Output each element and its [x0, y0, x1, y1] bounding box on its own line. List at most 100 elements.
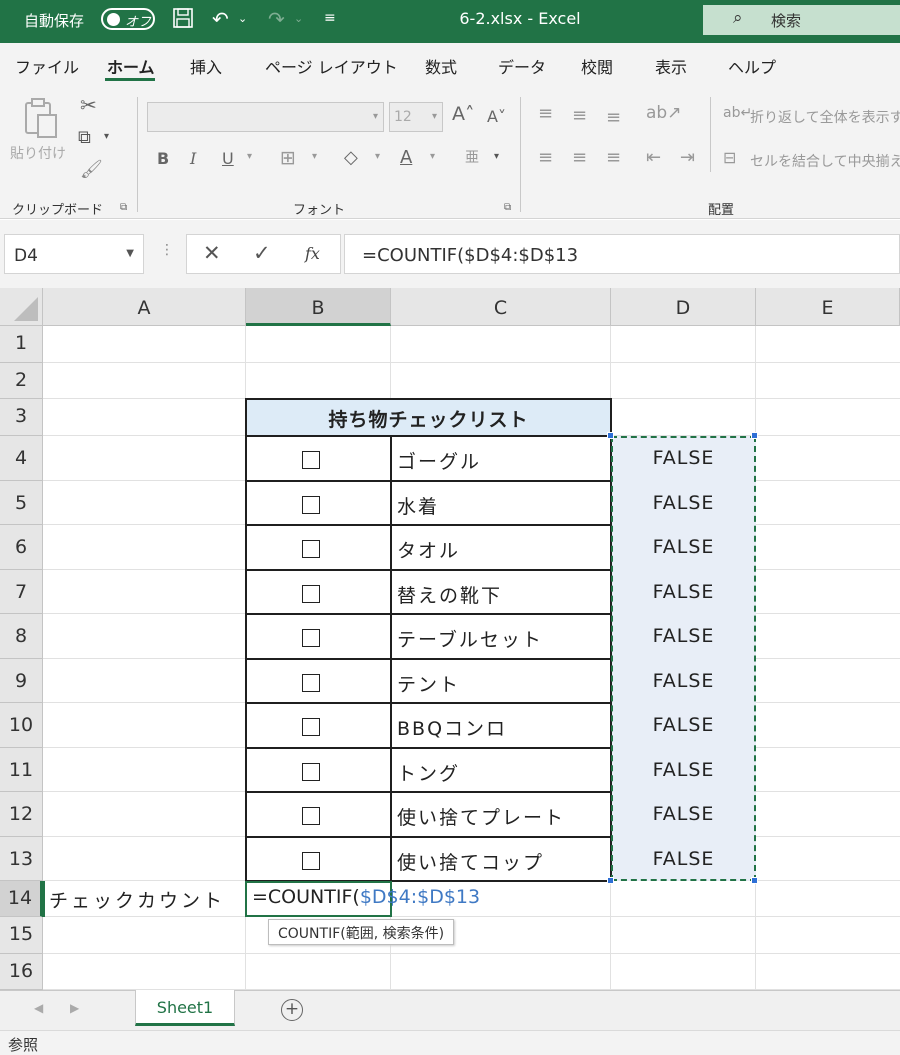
formula-input[interactable]: =COUNTIF($D$4:$D$13	[344, 234, 900, 274]
column-header-e[interactable]: E	[756, 288, 900, 326]
insert-function-icon[interactable]: fx	[305, 244, 320, 263]
wrap-text-icon[interactable]: ab↵	[723, 105, 752, 121]
checkbox[interactable]	[302, 540, 320, 558]
row-header-6[interactable]: 6	[0, 525, 43, 570]
tab-home[interactable]: ホーム	[107, 54, 155, 78]
font-name-select[interactable]: ▾	[147, 102, 384, 132]
splitter-icon[interactable]: ⋮	[160, 242, 174, 258]
item-cell[interactable]: 使い捨てコップ	[397, 848, 544, 875]
fill-color-icon[interactable]: ◇	[344, 147, 358, 168]
range-handle[interactable]	[751, 432, 758, 439]
checkbox[interactable]	[302, 451, 320, 469]
count-label-cell[interactable]: チェックカウント	[49, 886, 225, 913]
bold-button[interactable]: B	[157, 149, 169, 168]
name-box-dropdown-icon[interactable]: ▼	[126, 248, 134, 259]
borders-icon[interactable]: ⊞	[280, 147, 296, 169]
row-header-11[interactable]: 11	[0, 748, 43, 792]
checklist-title[interactable]: 持ち物チェックリスト	[246, 399, 611, 437]
cut-icon[interactable]: ✂	[80, 93, 97, 117]
search-box[interactable]: ⌕ 検索	[703, 5, 900, 35]
checkbox[interactable]	[302, 718, 320, 736]
item-cell[interactable]: タオル	[397, 536, 460, 563]
row-header-3[interactable]: 3	[0, 399, 43, 436]
underline-button[interactable]: U	[222, 149, 234, 168]
range-handle[interactable]	[751, 877, 758, 884]
checkbox[interactable]	[302, 496, 320, 514]
checkbox[interactable]	[302, 674, 320, 692]
tab-insert[interactable]: 挿入	[190, 54, 222, 78]
row-header-8[interactable]: 8	[0, 614, 43, 659]
redo-dropdown-icon[interactable]: ⌄	[294, 12, 303, 25]
enter-icon[interactable]: ✓	[253, 241, 271, 265]
row-header-2[interactable]: 2	[0, 363, 43, 399]
decrease-indent-icon[interactable]: ⇤	[646, 147, 661, 168]
align-center-icon[interactable]: ≡	[572, 147, 587, 168]
undo-dropdown-icon[interactable]: ⌄	[238, 12, 247, 25]
customize-toolbar-icon[interactable]: ≡	[324, 10, 336, 26]
align-bottom-icon[interactable]: ≡	[606, 107, 621, 128]
item-cell[interactable]: 水着	[397, 492, 439, 519]
name-box[interactable]: D4 ▼	[4, 234, 144, 274]
redo-icon[interactable]: ↷	[268, 7, 285, 31]
undo-icon[interactable]: ↶	[212, 7, 229, 31]
add-sheet-icon[interactable]: +	[281, 999, 303, 1021]
tab-file[interactable]: ファイル	[15, 54, 79, 78]
row-header-4[interactable]: 4	[0, 436, 43, 481]
font-size-select[interactable]: 12 ▾	[389, 102, 443, 132]
column-header-a[interactable]: A	[43, 288, 246, 326]
align-middle-icon[interactable]: ≡	[572, 105, 587, 126]
tab-view[interactable]: 表示	[655, 54, 687, 78]
tab-data[interactable]: データ	[498, 54, 546, 78]
row-header-13[interactable]: 13	[0, 837, 43, 881]
increase-indent-icon[interactable]: ⇥	[680, 147, 695, 168]
item-cell[interactable]: トング	[397, 759, 460, 786]
row-header-9[interactable]: 9	[0, 659, 43, 703]
row-header-14[interactable]: 14	[0, 881, 43, 917]
align-right-icon[interactable]: ≡	[606, 147, 621, 168]
item-cell[interactable]: ゴーグル	[397, 447, 481, 474]
range-handle[interactable]	[607, 877, 614, 884]
row-header-7[interactable]: 7	[0, 570, 43, 614]
worksheet-grid[interactable]: A B C D E 1 2 3 4 5 6 7 8 9 10 11 12 13 …	[0, 288, 900, 990]
row-header-12[interactable]: 12	[0, 792, 43, 837]
item-cell[interactable]: BBQコンロ	[397, 714, 507, 741]
next-sheet-icon[interactable]: ▶	[70, 1001, 79, 1015]
paste-icon[interactable]	[22, 97, 60, 145]
checkbox[interactable]	[302, 852, 320, 870]
merge-icon[interactable]: ⊟	[723, 148, 736, 167]
align-left-icon[interactable]: ≡	[538, 147, 553, 168]
phonetic-dropdown-icon[interactable]: ▾	[494, 151, 499, 162]
column-header-d[interactable]: D	[611, 288, 756, 326]
phonetic-icon[interactable]: 亜	[465, 147, 479, 167]
align-top-icon[interactable]: ≡	[538, 103, 553, 124]
italic-button[interactable]: I	[190, 149, 196, 168]
item-cell[interactable]: 替えの靴下	[397, 581, 502, 608]
tab-review[interactable]: 校閲	[581, 54, 613, 78]
item-cell[interactable]: テント	[397, 670, 460, 697]
checkbox[interactable]	[302, 763, 320, 781]
column-header-b[interactable]: B	[246, 288, 391, 326]
font-color-dropdown-icon[interactable]: ▾	[430, 151, 435, 162]
underline-dropdown-icon[interactable]: ▾	[247, 151, 252, 162]
decrease-font-icon[interactable]: A˅	[487, 107, 506, 126]
fill-dropdown-icon[interactable]: ▾	[375, 151, 380, 162]
row-header-10[interactable]: 10	[0, 703, 43, 748]
select-all-button[interactable]	[0, 288, 43, 326]
tab-page-layout[interactable]: ページ レイアウト	[265, 54, 398, 78]
font-color-icon[interactable]: A	[400, 147, 412, 168]
copy-dropdown-icon[interactable]: ▾	[104, 131, 109, 142]
range-handle[interactable]	[607, 432, 614, 439]
wrap-text-button[interactable]: 折り返して全体を表示す	[750, 107, 900, 127]
orientation-icon[interactable]: ab↗	[646, 103, 681, 123]
checkbox[interactable]	[302, 807, 320, 825]
item-cell[interactable]: 使い捨てプレート	[397, 803, 565, 830]
checkbox[interactable]	[302, 585, 320, 603]
tab-help[interactable]: ヘルプ	[728, 54, 776, 78]
row-header-1[interactable]: 1	[0, 326, 43, 363]
autosave-toggle[interactable]: オフ	[101, 8, 155, 30]
function-tooltip[interactable]: COUNTIF(範囲, 検索条件)	[268, 919, 455, 945]
increase-font-icon[interactable]: A˄	[452, 103, 475, 125]
clipboard-launcher-icon[interactable]: ⧉	[120, 202, 127, 213]
sheet-tab-sheet1[interactable]: Sheet1	[135, 990, 235, 1026]
row-header-5[interactable]: 5	[0, 481, 43, 525]
